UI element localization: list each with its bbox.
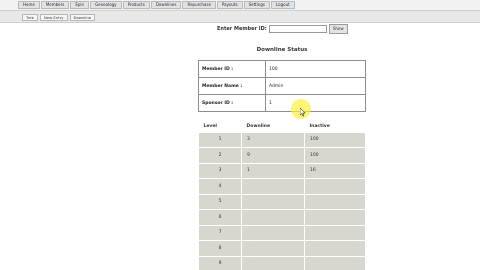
table-row: 7 <box>198 224 366 241</box>
subnav-tree[interactable]: Tree <box>22 14 38 21</box>
info-value: Admin <box>265 77 366 95</box>
table-row: 9 <box>198 255 366 270</box>
pointer-arrow-icon <box>300 108 306 117</box>
nav-downlines[interactable]: Downlines <box>150 1 182 9</box>
search-label: Enter Member ID: <box>217 26 267 32</box>
downline-cell <box>241 178 305 195</box>
inactive-cell: 16 <box>304 162 366 179</box>
levels-table: Level Downline Inactive 1 3 100 2 9 100 … <box>198 121 366 270</box>
nav-payouts[interactable]: Payouts <box>216 1 243 9</box>
level-cell: 6 <box>198 209 242 226</box>
inactive-cell <box>304 240 366 257</box>
page-title: Downline Status <box>256 47 308 53</box>
downline-cell: 1 <box>241 162 305 179</box>
top-nav-bar: Home Members Epin Genealogy Products Dow… <box>18 1 296 9</box>
level-cell: 9 <box>198 255 242 270</box>
downline-cell <box>241 255 305 270</box>
info-value: 100 <box>265 60 366 78</box>
table-row: 1 3 100 <box>198 131 366 148</box>
inactive-cell <box>304 193 366 210</box>
mouse-cursor <box>291 99 311 119</box>
nav-products[interactable]: Products <box>122 1 150 9</box>
levels-header-row: Level Downline Inactive <box>198 121 366 132</box>
info-value: 1 <box>265 94 366 112</box>
downline-cell <box>241 224 305 241</box>
sub-nav-bar: Tree New Entry Downline <box>22 14 97 21</box>
nav-repurchase[interactable]: Repurchase <box>182 1 216 9</box>
nav-home[interactable]: Home <box>18 1 40 9</box>
subnav-new-entry[interactable]: New Entry <box>39 14 68 21</box>
table-row: 4 <box>198 178 366 195</box>
info-label: Member Name : <box>198 77 266 95</box>
column-header-inactive: Inactive <box>304 121 366 132</box>
level-cell: 4 <box>198 178 242 195</box>
top-navigation: Home Members Epin Genealogy Products Dow… <box>0 0 480 11</box>
inactive-cell <box>304 178 366 195</box>
table-row: 5 <box>198 193 366 210</box>
nav-logout[interactable]: Logout <box>271 1 295 9</box>
column-header-level: Level <box>198 121 242 132</box>
level-cell: 5 <box>198 193 242 210</box>
inactive-cell <box>304 224 366 241</box>
level-cell: 2 <box>198 147 242 164</box>
info-label: Member ID : <box>198 60 266 78</box>
sub-navigation: Tree New Entry Downline <box>0 11 480 23</box>
downline-cell: 9 <box>241 147 305 164</box>
table-row: 3 1 16 <box>198 162 366 179</box>
show-button[interactable]: Show <box>328 24 348 34</box>
level-cell: 3 <box>198 162 242 179</box>
downline-cell <box>241 240 305 257</box>
inactive-cell: 100 <box>304 131 366 148</box>
info-row-sponsor-id: Sponsor ID : 1 <box>198 94 366 112</box>
level-cell: 8 <box>198 240 242 257</box>
member-info-table: Member ID : 100 Member Name : Admin Spon… <box>198 60 366 112</box>
nav-epin[interactable]: Epin <box>70 1 90 9</box>
subnav-downline[interactable]: Downline <box>69 14 96 21</box>
level-cell: 7 <box>198 224 242 241</box>
table-row: 6 <box>198 209 366 226</box>
table-row: 2 9 100 <box>198 147 366 164</box>
info-row-member-id: Member ID : 100 <box>198 60 366 78</box>
member-search: Enter Member ID: Show <box>217 24 348 34</box>
info-row-member-name: Member Name : Admin <box>198 77 366 95</box>
level-cell: 1 <box>198 131 242 148</box>
inactive-cell <box>304 255 366 270</box>
nav-members[interactable]: Members <box>40 1 70 9</box>
nav-settings[interactable]: Settings <box>243 1 270 9</box>
column-header-downline: Downline <box>241 121 305 132</box>
table-row: 8 <box>198 240 366 257</box>
inactive-cell: 100 <box>304 147 366 164</box>
downline-cell <box>241 193 305 210</box>
downline-cell: 3 <box>241 131 305 148</box>
nav-genealogy[interactable]: Genealogy <box>90 1 122 9</box>
inactive-cell <box>304 209 366 226</box>
info-label: Sponsor ID : <box>198 94 266 112</box>
downline-cell <box>241 209 305 226</box>
member-id-input[interactable] <box>268 25 327 33</box>
